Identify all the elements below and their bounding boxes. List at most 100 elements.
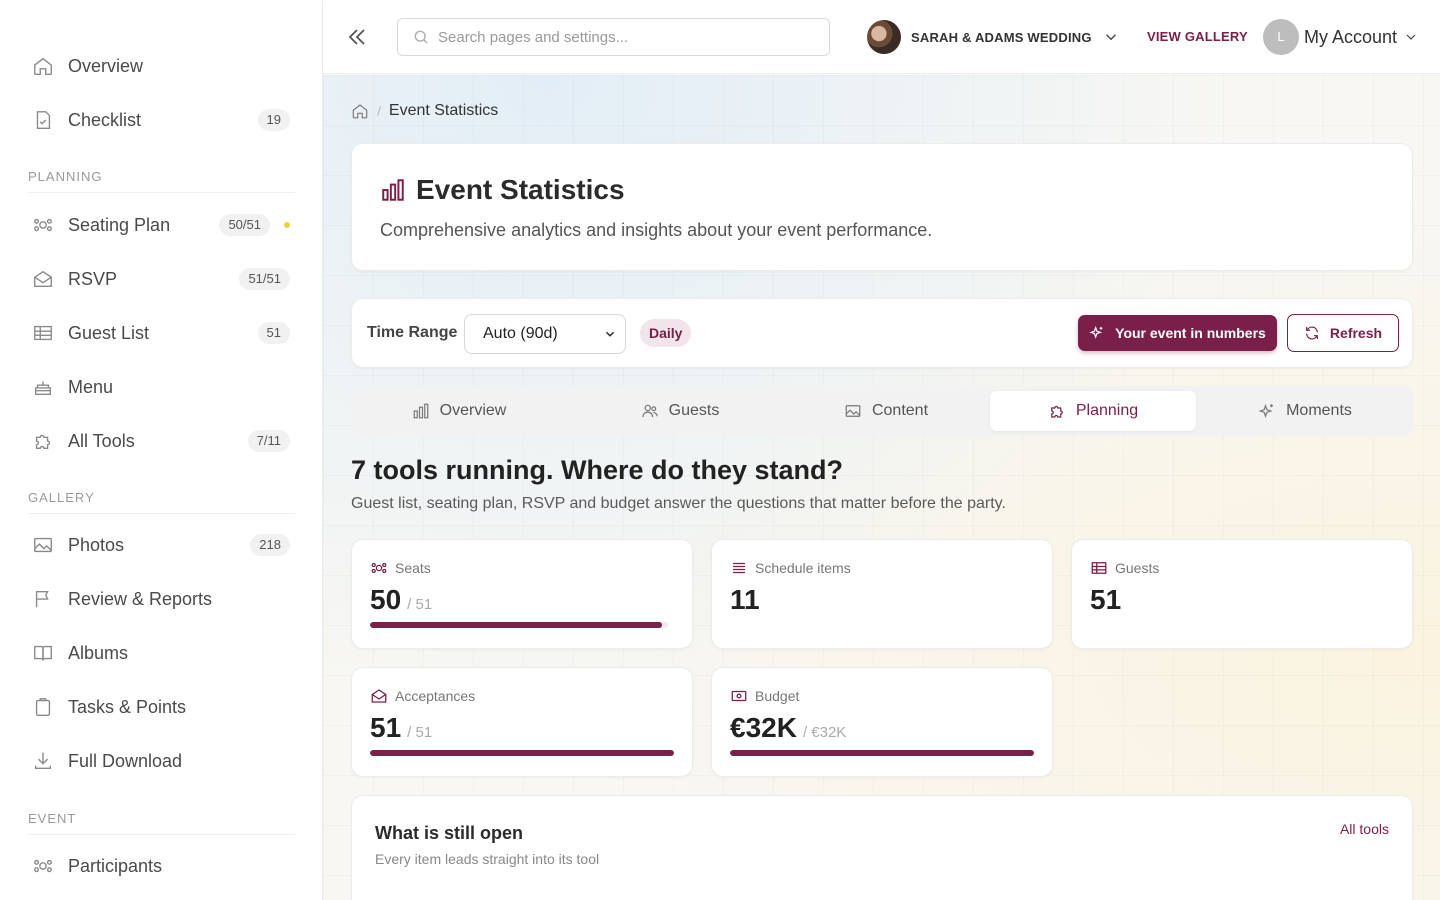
sidebar-item-label: Albums: [68, 642, 129, 663]
sidebar-item-label: Seating Plan: [68, 214, 171, 235]
progress-fill: [370, 622, 663, 628]
sidebar-item-albums[interactable]: Albums: [28, 631, 292, 675]
sidebar-item-label: Full Download: [68, 750, 183, 771]
sidebar-item-menu[interactable]: Menu: [28, 365, 292, 409]
stat-card-seats[interactable]: Seats 50 / 51: [351, 539, 693, 649]
tab-label: Guests: [668, 402, 720, 419]
count-badge: 51/51: [239, 268, 290, 290]
stat-label: Acceptances: [395, 688, 476, 704]
sidebar-item-guest-list[interactable]: Guest List 51: [28, 311, 292, 355]
stat-card-budget[interactable]: Budget €32K / €32K: [711, 667, 1053, 777]
top-bar: SARAH & ADAMS WEDDING VIEW GALLERY L My …: [323, 0, 1440, 74]
view-gallery-link[interactable]: VIEW GALLERY: [1147, 29, 1248, 44]
time-range-label: Time Range: [367, 324, 458, 341]
time-range-bar: Time Range Auto (90d) Daily Your event i…: [351, 298, 1413, 368]
stat-label: Seats: [395, 560, 431, 576]
account-menu[interactable]: L My Account: [1263, 19, 1419, 55]
event-selector[interactable]: SARAH & ADAMS WEDDING: [867, 20, 1120, 54]
home-icon[interactable]: [351, 102, 369, 120]
seating-icon: [34, 218, 52, 232]
event-in-numbers-button[interactable]: Your event in numbers: [1078, 315, 1277, 351]
tab-label: Moments: [1286, 402, 1352, 419]
progress-bar: [370, 622, 668, 628]
event-name: SARAH & ADAMS WEDDING: [911, 29, 1092, 45]
tab-label: Content: [871, 402, 929, 419]
breadcrumb-separator: /: [377, 103, 381, 119]
tab-moments[interactable]: Moments: [1202, 391, 1408, 431]
cake-icon: [34, 381, 52, 396]
sidebar-item-label: Overview: [68, 55, 144, 76]
count-badge: 19: [257, 109, 290, 131]
sidebar-item-participants[interactable]: Participants: [28, 844, 292, 888]
stat-label: Budget: [755, 688, 800, 704]
stat-card-guests[interactable]: Guests 51: [1071, 539, 1413, 649]
stat-label: Guests: [1115, 560, 1160, 576]
open-items-title: What is still open: [375, 823, 524, 843]
sidebar-item-label: All Tools: [68, 430, 135, 451]
stat-value-row: 51: [1090, 584, 1121, 616]
refresh-button[interactable]: Refresh: [1287, 314, 1399, 352]
refresh-label: Refresh: [1329, 325, 1383, 341]
progress-bar: [370, 750, 674, 756]
stat-card-acceptances[interactable]: Acceptances 51 / 51: [351, 667, 693, 777]
search-box[interactable]: [397, 18, 830, 56]
tab-guests[interactable]: Guests: [577, 391, 783, 431]
stat-value: 11: [730, 584, 760, 615]
tab-overview[interactable]: Overview: [356, 391, 562, 431]
sidebar-item-tasks-points[interactable]: Tasks & Points: [28, 685, 292, 729]
bar-chart-icon: [382, 179, 404, 201]
sidebar-item-overview[interactable]: Overview: [28, 44, 292, 88]
sidebar-item-label: Checklist: [68, 109, 142, 130]
sidebar-item-checklist[interactable]: Checklist 19: [28, 98, 292, 142]
search-input[interactable]: [438, 28, 818, 46]
stat-label: Schedule items: [755, 560, 851, 576]
sidebar-item-rsvp[interactable]: RSVP 51/51: [28, 257, 292, 301]
open-items-subtitle: Every item leads straight into its tool: [375, 851, 600, 867]
avatar: L: [1263, 19, 1299, 55]
time-range-value: Auto (90d): [483, 325, 558, 342]
stat-card-schedule-items[interactable]: Schedule items 11: [711, 539, 1053, 649]
checklist-icon: [36, 111, 51, 129]
account-label: My Account: [1304, 26, 1398, 47]
clipboard-icon: [35, 698, 51, 716]
stat-value-row: 11: [730, 584, 760, 616]
sidebar-item-review-reports[interactable]: Review & Reports: [28, 577, 292, 621]
table-icon: [34, 325, 52, 341]
sidebar: Overview Checklist 19 PLANNING Seating P…: [0, 0, 323, 900]
count-badge: 218: [250, 534, 290, 556]
money-icon: [731, 690, 747, 702]
stat-value: 51: [370, 712, 402, 743]
envelope-icon: [34, 270, 52, 288]
granularity-badge: Daily: [640, 319, 692, 347]
section-subline: Guest list, seating plan, RSVP and budge…: [351, 495, 1006, 512]
sparkles-icon: [1258, 403, 1274, 419]
all-tools-link[interactable]: All tools: [1340, 821, 1389, 837]
sidebar-item-photos[interactable]: Photos 218: [28, 523, 292, 567]
breadcrumb-current: Event Statistics: [388, 102, 499, 119]
stat-value-row: 50 / 51: [370, 584, 432, 616]
sidebar-item-label: RSVP: [68, 268, 118, 289]
sparkles-icon: [1089, 325, 1103, 339]
tab-label: Planning: [1075, 402, 1139, 419]
progress-fill: [370, 750, 674, 756]
stat-value: 51: [1090, 584, 1122, 615]
stat-total: / €32K: [802, 724, 847, 741]
table-icon: [1091, 562, 1107, 574]
tab-planning[interactable]: Planning: [990, 391, 1196, 431]
page-title: Event Statistics: [416, 174, 625, 205]
image-icon: [34, 537, 52, 553]
chevron-down-icon: [606, 331, 614, 337]
event-avatar: [867, 20, 901, 54]
sidebar-item-full-download[interactable]: Full Download: [28, 739, 292, 783]
tab-label: Overview: [439, 402, 507, 419]
sidebar-item-label: Photos: [68, 534, 125, 555]
collapse-sidebar-icon[interactable]: [345, 25, 369, 49]
tab-content[interactable]: Content: [783, 391, 989, 431]
sidebar-item-label: Guest List: [68, 322, 150, 343]
search-icon: [414, 30, 428, 44]
time-range-select[interactable]: Auto (90d): [464, 314, 626, 354]
sidebar-item-label: Participants: [68, 855, 163, 876]
sidebar-item-seating-plan[interactable]: Seating Plan 50/51: [28, 203, 292, 247]
sidebar-item-all-tools[interactable]: All Tools 7/11: [28, 419, 292, 463]
image-icon: [845, 405, 861, 417]
